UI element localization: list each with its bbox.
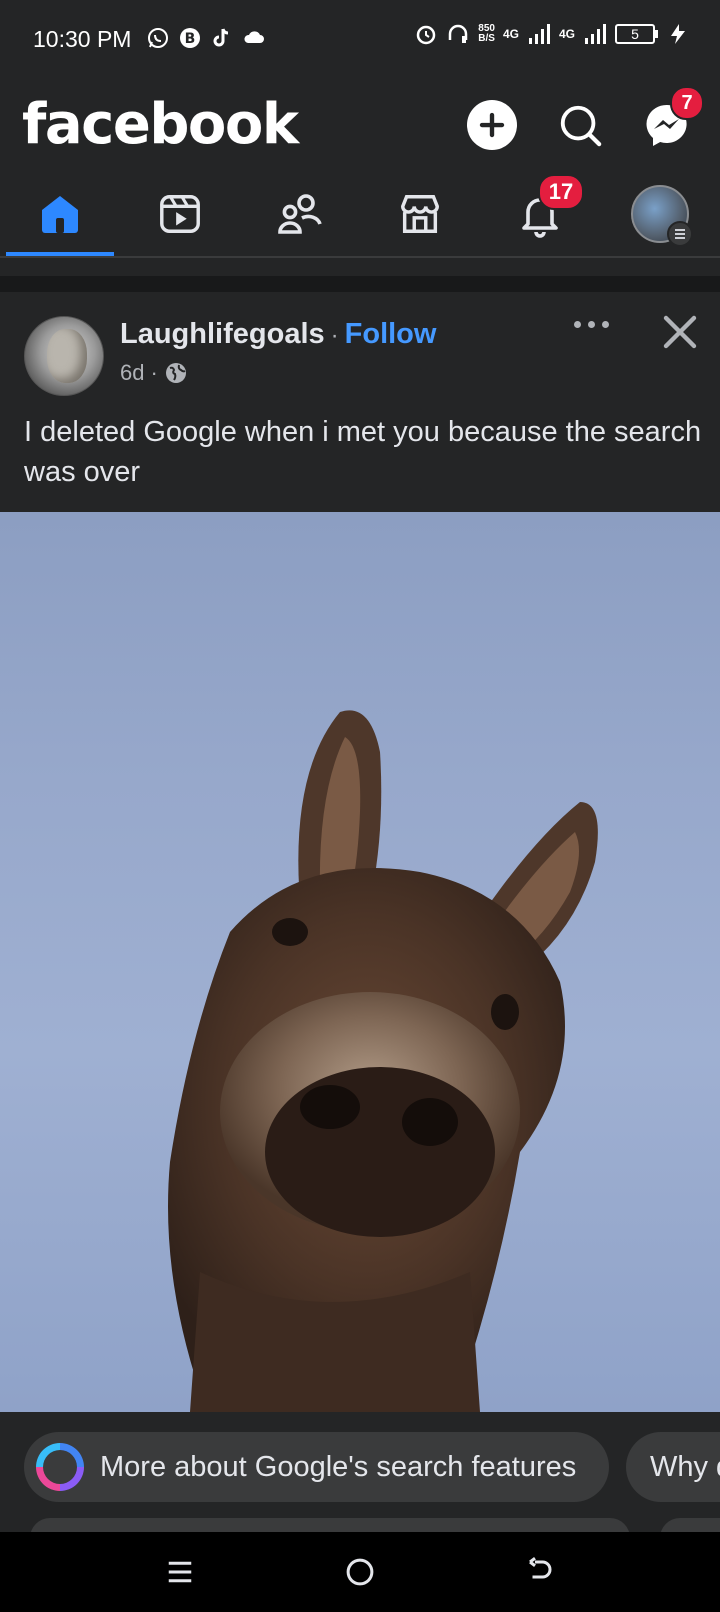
feed-post: Laughlifegoals · Follow 6d · I deleted Goo… (0, 292, 720, 512)
profile-avatar (631, 185, 693, 247)
suggestion-pill-ghost-2 (660, 1518, 720, 1532)
status-bar: 10:30 PM B 850 B/S 4G 4G 5 (0, 0, 720, 82)
follow-button[interactable]: Follow (345, 318, 437, 350)
suggestion-pill-label: More about Google's search features (100, 1450, 577, 1483)
tab-marketplace[interactable] (390, 184, 450, 244)
alarm-icon (417, 25, 436, 45)
tab-friends[interactable] (270, 184, 330, 244)
post-text: I deleted Google when i met you because … (24, 416, 702, 488)
create-post-button[interactable] (467, 100, 517, 150)
marketplace-icon (401, 195, 439, 233)
suggestion-pill-google-features[interactable]: More about Google's search features (24, 1432, 609, 1502)
feed-divider (0, 276, 720, 292)
cloud-icon (244, 31, 264, 43)
net-speed-unit: B/S (478, 33, 495, 44)
post-meta: 6d · (120, 360, 188, 386)
tab-video[interactable] (150, 184, 210, 244)
suggestion-pill-label-2: Why d (650, 1450, 720, 1483)
meta-ai-icon (36, 1443, 84, 1491)
status-time: 10:30 PM (33, 26, 132, 52)
video-icon (160, 195, 200, 233)
headphones-icon (449, 24, 468, 43)
battery-indicator: 5 (615, 24, 658, 44)
signal-2-label: 4G (558, 27, 575, 41)
post-header-line: Laughlifegoals · Follow (120, 318, 437, 350)
svg-text:B: B (185, 31, 196, 47)
notifications-badge: 17 (538, 174, 584, 210)
plus-icon (479, 112, 505, 138)
signal-bars-icon (528, 24, 550, 44)
app-header: facebook 7 (0, 82, 720, 172)
tab-profile-menu[interactable] (630, 184, 693, 247)
donkey-photo (168, 710, 598, 1412)
status-notification-icons: B (146, 26, 266, 50)
system-navigation-bar (0, 1532, 720, 1612)
active-tab-indicator (6, 252, 114, 256)
post-age[interactable]: 6d (120, 360, 144, 386)
battery-level: 5 (615, 24, 655, 44)
tiktok-icon (213, 28, 229, 47)
messenger-button[interactable]: 7 (642, 86, 704, 150)
b-app-icon: B (180, 28, 200, 48)
close-icon[interactable] (656, 308, 704, 356)
search-button[interactable] (555, 100, 605, 150)
suggestion-pill-why[interactable]: Why d (626, 1432, 720, 1502)
signal-bars-icon-2 (585, 24, 606, 44)
home-button[interactable] (336, 1548, 384, 1596)
author-avatar[interactable] (24, 316, 104, 396)
messenger-badge: 7 (670, 86, 704, 120)
search-suggestions-bar: More about Google's search features Why … (0, 1412, 720, 1532)
globe-icon (165, 363, 186, 383)
tab-home[interactable] (30, 184, 90, 244)
recent-apps-button[interactable] (156, 1548, 204, 1596)
more-options-button[interactable] (566, 314, 616, 334)
author-name[interactable]: Laughlifegoals (120, 318, 325, 350)
back-button[interactable] (516, 1548, 564, 1596)
whatsapp-icon (148, 28, 168, 48)
post-image[interactable] (0, 512, 720, 1412)
search-icon (560, 105, 602, 147)
menu-icon (667, 221, 693, 247)
signal-1-label: 4G (502, 27, 519, 41)
main-tab-bar: 17 (0, 172, 720, 258)
charging-icon (671, 24, 685, 44)
status-system-icons: 850 B/S 4G 4G 5 (414, 22, 690, 46)
home-icon (42, 196, 78, 233)
friends-icon (278, 194, 322, 234)
circle-home-icon (346, 1558, 374, 1586)
suggestion-pill-ghost (30, 1518, 630, 1532)
back-icon (529, 1557, 552, 1579)
tab-notifications[interactable]: 17 (510, 174, 584, 244)
net-speed: 850 B/S (478, 24, 495, 44)
menu-icon (168, 1561, 192, 1583)
facebook-logo[interactable]: facebook (22, 92, 299, 157)
